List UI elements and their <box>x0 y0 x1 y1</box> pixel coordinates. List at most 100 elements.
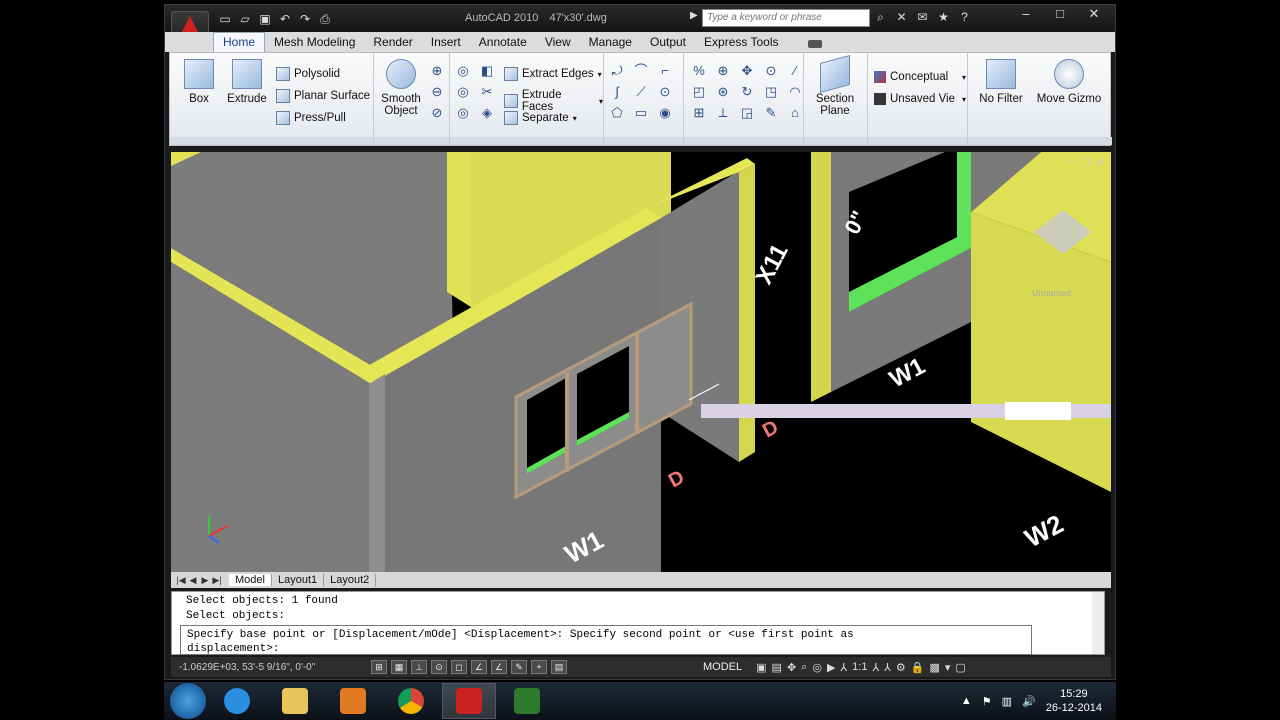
ucs-name-label[interactable]: Unnamed <box>1032 288 1071 298</box>
arc-icon[interactable]: ⌒ <box>632 63 650 79</box>
favorites-icon[interactable]: ★ <box>936 10 951 25</box>
tab-mesh-modeling[interactable]: Mesh Modeling <box>265 33 364 52</box>
tab-home[interactable]: Home <box>213 32 266 52</box>
tab-render[interactable]: Render <box>364 33 421 52</box>
taskbar-ie[interactable] <box>210 683 264 719</box>
show-hidden-icons[interactable]: ▲ <box>961 695 972 707</box>
help-icon[interactable]: ? <box>957 10 972 25</box>
modify-tool-icon[interactable]: ◠ <box>786 84 804 100</box>
annotation-scale-icon[interactable]: ⅄ <box>840 661 847 674</box>
tab-output[interactable]: Output <box>641 33 695 52</box>
first-layout-icon[interactable]: |◀ <box>175 575 187 586</box>
polysolid-button[interactable]: Polysolid <box>276 67 340 81</box>
modify-tool-icon[interactable]: % <box>690 63 708 79</box>
eye-icon[interactable]: ◉ <box>656 105 674 121</box>
otrack-toggle[interactable]: ∠ <box>491 660 507 674</box>
taskbar-chrome[interactable] <box>384 683 438 719</box>
group-footer[interactable] <box>604 137 683 145</box>
redo-icon[interactable]: ↷ <box>297 11 313 27</box>
mesh-tool-icon[interactable]: ⊘ <box>428 105 446 121</box>
maximize-button[interactable]: □ <box>1043 5 1077 25</box>
coordinates-readout[interactable]: -1.0629E+03, 53'-5 9/16", 0'-0" <box>171 662 371 673</box>
autoscale-icon[interactable]: ⅄ <box>884 661 891 674</box>
prev-layout-icon[interactable]: ◀ <box>187 575 199 586</box>
volume-icon[interactable]: 🔊 <box>1022 695 1036 708</box>
no-filter-button[interactable]: No Filter <box>972 59 1030 105</box>
interfere-icon[interactable]: ✂ <box>478 84 496 100</box>
tab-manage[interactable]: Manage <box>580 33 641 52</box>
quick-view-drawings-icon[interactable]: ▤ <box>772 661 782 674</box>
modify-tool-icon[interactable]: ⌂ <box>786 105 804 121</box>
grid-toggle[interactable]: ▦ <box>391 660 407 674</box>
group-footer[interactable] <box>450 137 603 145</box>
hardware-icon[interactable]: ▩ <box>929 661 939 674</box>
lock-icon[interactable]: 🔒 <box>911 661 925 674</box>
section-plane-button[interactable]: Section Plane <box>810 54 860 117</box>
mesh-tool-icon[interactable]: ⊕ <box>428 63 446 79</box>
rotate-icon[interactable]: ↻ <box>738 84 756 100</box>
view-dropdown[interactable]: Unsaved Vie ▾ <box>874 93 966 105</box>
drawing-viewport[interactable]: W1 W1 W2 D D X11 0" – ❐ ✕ Unnamed <box>171 152 1111 572</box>
showmotion-icon[interactable]: ▶ <box>827 661 835 674</box>
separate-button[interactable]: Separate ▾ <box>504 111 577 125</box>
viewport-minimize-icon[interactable]: – <box>1068 156 1074 169</box>
subtract-icon[interactable]: ◎ <box>454 84 472 100</box>
modify-tool-icon[interactable]: ⟂ <box>714 105 732 121</box>
move-icon[interactable]: ✥ <box>738 63 756 79</box>
tab-layout2[interactable]: Layout2 <box>324 574 377 586</box>
workspace-icon[interactable]: ⚙ <box>896 661 906 674</box>
ribbon-minimize-icon[interactable] <box>807 40 822 48</box>
infocenter-search-input[interactable]: Type a keyword or phrase <box>702 9 870 27</box>
save-icon[interactable]: ▣ <box>257 11 273 27</box>
tab-insert[interactable]: Insert <box>422 33 470 52</box>
command-prompt[interactable]: Specify base point or [Displacement/mOde… <box>180 625 1032 655</box>
modify-tool-icon[interactable]: ✎ <box>762 105 780 121</box>
planar-surface-button[interactable]: Planar Surface <box>276 89 370 103</box>
box-button[interactable]: Box <box>174 59 224 105</box>
tab-annotate[interactable]: Annotate <box>470 33 536 52</box>
clean-screen-icon[interactable]: ▢ <box>955 661 965 674</box>
press-pull-button[interactable]: Press/Pull <box>276 111 346 125</box>
isolate-icon[interactable]: ▾ <box>945 661 951 674</box>
modify-tool-icon[interactable]: ◲ <box>738 105 756 121</box>
ortho-toggle[interactable]: ⊥ <box>411 660 427 674</box>
group-footer[interactable] <box>170 137 373 145</box>
communication-icon[interactable]: ✉ <box>915 10 930 25</box>
steering-wheel-icon[interactable]: ◎ <box>812 661 822 674</box>
annotation-visibility-icon[interactable]: ⅄ <box>872 661 879 674</box>
extrude-button[interactable]: Extrude <box>222 59 272 105</box>
ducs-toggle[interactable]: ✎ <box>511 660 527 674</box>
model-space-button[interactable]: MODEL <box>697 661 748 673</box>
line-icon[interactable]: ⤾ <box>608 63 626 79</box>
undo-icon[interactable]: ↶ <box>277 11 293 27</box>
pan-icon[interactable]: ✥ <box>787 661 796 674</box>
circle-icon[interactable]: ⊙ <box>656 84 674 100</box>
extrude-faces-button[interactable]: Extrude Faces ▾ <box>504 89 603 113</box>
last-layout-icon[interactable]: ▶| <box>211 575 223 586</box>
modify-tool-icon[interactable]: ⊛ <box>714 84 732 100</box>
modify-tool-icon[interactable]: ⊕ <box>714 63 732 79</box>
new-icon[interactable]: ▭ <box>217 11 233 27</box>
binoculars-icon[interactable]: ⌕ <box>873 10 888 25</box>
tab-view[interactable]: View <box>536 33 580 52</box>
search-expand-icon[interactable]: ▶ <box>690 10 698 21</box>
subscription-icon[interactable]: ✕ <box>894 10 909 25</box>
zoom-icon[interactable]: ⌕ <box>801 661 807 674</box>
minimize-button[interactable]: – <box>1009 5 1043 25</box>
taskbar-autocad[interactable] <box>442 683 496 719</box>
group-footer[interactable] <box>868 137 967 145</box>
mesh-tool-icon[interactable]: ⊖ <box>428 84 446 100</box>
group-footer[interactable] <box>968 137 1112 145</box>
modify-tool-icon[interactable]: ◰ <box>690 84 708 100</box>
smooth-object-button[interactable]: Smooth Object <box>376 59 426 117</box>
viewport-close-icon[interactable]: ✕ <box>1096 156 1105 169</box>
slice-icon[interactable]: ◧ <box>478 63 496 79</box>
visual-style-dropdown[interactable]: Conceptual ▾ <box>874 71 966 83</box>
tab-model[interactable]: Model <box>229 574 272 586</box>
line-icon[interactable]: ⟋ <box>632 84 650 100</box>
open-icon[interactable]: ▱ <box>237 11 253 27</box>
tab-express-tools[interactable]: Express Tools <box>695 33 787 52</box>
command-scrollbar[interactable] <box>1092 592 1104 654</box>
print-icon[interactable]: ⎙ <box>317 11 333 27</box>
lwt-toggle[interactable]: ▤ <box>551 660 567 674</box>
